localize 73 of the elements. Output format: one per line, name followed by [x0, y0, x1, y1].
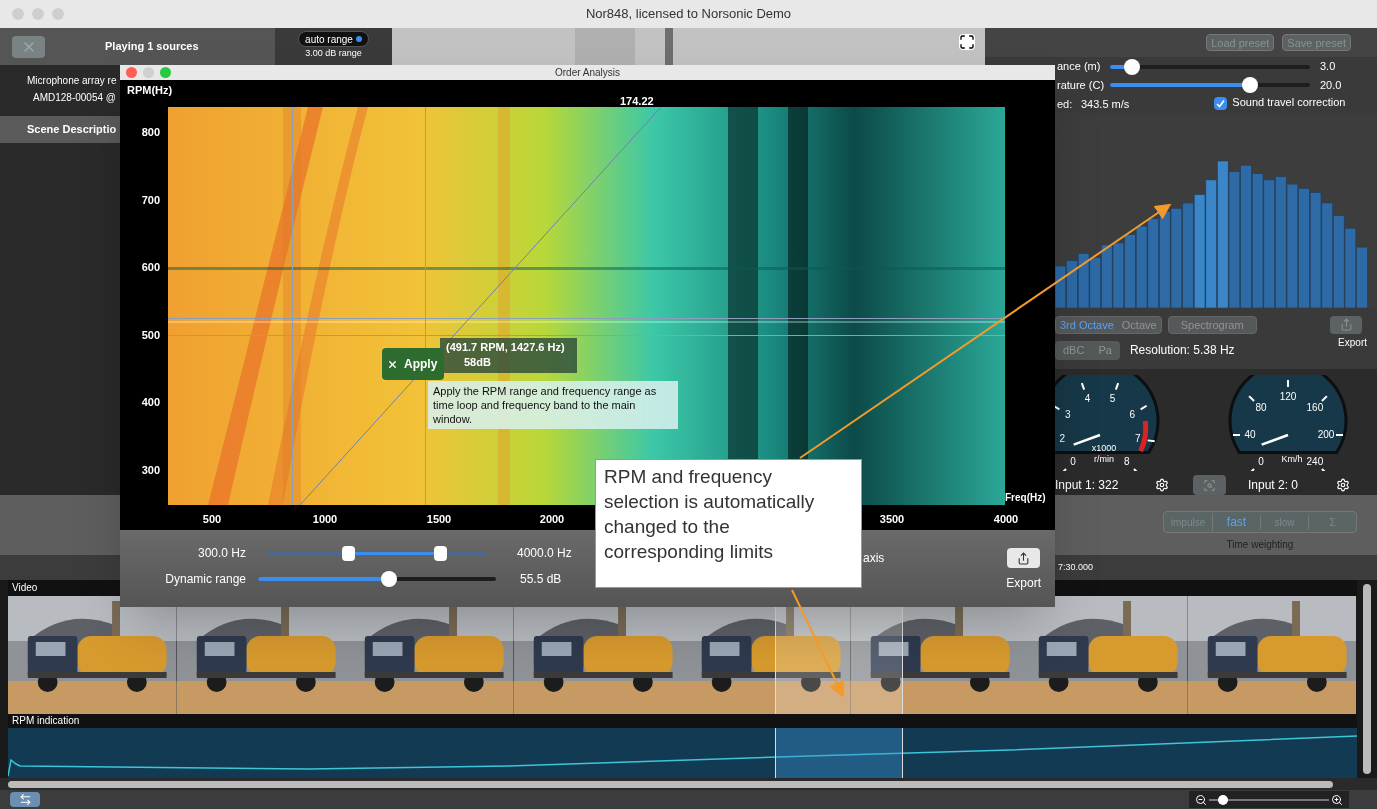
gauge-label: 8 [1124, 455, 1130, 467]
x-tick: 2000 [539, 512, 565, 527]
x-tick: 3500 [879, 512, 905, 527]
gauge-unit: Km/h [1281, 454, 1303, 464]
gauge-label: 120 [1279, 391, 1297, 402]
track-label: RPM indication [12, 714, 80, 728]
gauge-label: 0 [1258, 455, 1264, 467]
gauge-multiplier: x1000 [1091, 443, 1117, 453]
export-label: Export [1338, 335, 1367, 350]
window-title: Nor848, licensed to Norsonic Demo [585, 5, 792, 24]
x-tick: 4000 [993, 512, 1019, 527]
x-tick: 500 [202, 512, 222, 527]
spectrum-tab[interactable]: 3rd Octave [1056, 316, 1118, 334]
checkbox-label: Sound travel correction [1232, 95, 1346, 111]
time-weighting-caption: Time weighting [1226, 538, 1294, 552]
info-line: Microphone array re [27, 74, 117, 88]
y-tick: 400 [141, 395, 160, 410]
input-reading: Input 2: 0 [1248, 477, 1300, 494]
speed-value: 343.5 m/s [1081, 96, 1130, 112]
resolution: Resolution: 5.38 Hz [1129, 342, 1235, 360]
spectrum-tab[interactable]: Octave [1117, 316, 1161, 334]
gauge-label: 240 [1306, 455, 1324, 467]
gauge-unit: r/min [1094, 454, 1114, 464]
gauge-label: 4 [1084, 393, 1091, 405]
unit-selector[interactable]: dBC Pa [1055, 340, 1120, 360]
y-axis-label: RPM(Hz) [126, 83, 173, 98]
auto-range-toggle[interactable]: auto range [298, 31, 369, 47]
track-label: Video [12, 581, 38, 595]
gauge-label: 6 [1129, 408, 1135, 420]
panel-title: Playing 1 sources [105, 39, 199, 55]
line-label: 174.22 [620, 94, 654, 109]
dialog-title: Order Analysis [555, 66, 620, 80]
range-high: 4000.0 Hz [517, 545, 572, 562]
y-tick: 700 [141, 192, 160, 208]
slider-value: 3.0 [1320, 59, 1336, 75]
dynamic-range-label: Dynamic range [164, 571, 246, 588]
gauge-label: 200 [1317, 429, 1335, 440]
y-tick: 600 [141, 260, 160, 275]
slider-value: 20.0 [1320, 78, 1342, 93]
time-label: 7:30.000 [1058, 560, 1094, 574]
gauge-label: 7 [1135, 433, 1141, 445]
x-tick: 1500 [426, 512, 452, 527]
x-axis-label: Freq(Hz) [1005, 491, 1046, 505]
unit-option[interactable]: dBC [1063, 342, 1085, 359]
slider-label: ance (m) [1057, 59, 1102, 75]
gauge-label: 5 [1109, 393, 1116, 405]
gauge-label: 80 [1255, 402, 1267, 414]
speed-label: ed: [1057, 96, 1074, 112]
spectrum-tab[interactable]: Spectrogram [1167, 315, 1257, 335]
y-tick: 300 [141, 462, 160, 478]
weighting-option[interactable]: fast [1212, 513, 1260, 531]
gauge-label: 0 [1070, 455, 1076, 467]
input-reading: Input 1: 322 [1055, 477, 1120, 494]
gauge-label: 40 [1244, 429, 1256, 440]
gauge-label: 2 [1059, 433, 1065, 445]
gauge-label: 160 [1306, 402, 1324, 414]
readout-line: (491.7 RPM, 1427.6 Hz) [446, 340, 566, 355]
callout-text: RPM and frequency selection is automatically changed to the corresponding limits [604, 465, 816, 564]
readout-line: 58dB [463, 355, 492, 370]
y-tick: 800 [141, 125, 160, 140]
axis-option: axis [863, 549, 885, 567]
apply-hint: Apply the RPM range and frequency range as time loop and frequency band to the main window. [428, 381, 678, 429]
y-tick: 500 [141, 327, 160, 343]
apply-button[interactable]: Apply [382, 348, 444, 380]
dynamic-range-value: 55.5 dB [520, 571, 562, 588]
range-low: 300.0 Hz [196, 545, 246, 562]
info-line: AMD128-00054 @ [32, 91, 116, 105]
gauge-label: 3 [1065, 408, 1071, 420]
export-label: Export [1006, 575, 1041, 592]
slider-label: rature (C) [1057, 78, 1106, 93]
unit-option[interactable]: Pa [1098, 342, 1112, 359]
x-tick: 1000 [312, 512, 338, 527]
range-value: 3.00 dB range [305, 48, 362, 58]
